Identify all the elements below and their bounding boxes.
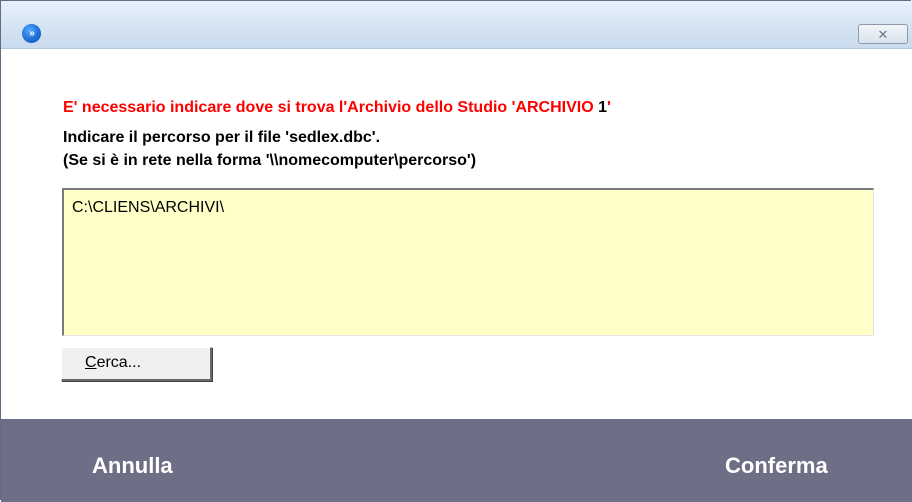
dialog-window: » ✕ E' necessario indicare dove si trova… — [0, 0, 912, 502]
error-message-end: ' — [607, 99, 611, 116]
browse-button[interactable]: Cerca... — [61, 347, 212, 381]
archive-number: 1 — [598, 99, 608, 116]
instruction-line-1: Indicare il percorso per il file 'sedlex… — [63, 129, 381, 146]
error-message-text: E' necessario indicare dove si trova l'A… — [63, 99, 599, 116]
close-icon: ✕ — [877, 27, 889, 42]
close-button[interactable]: ✕ — [858, 24, 908, 44]
footer-bar: Annulla Conferma — [1, 419, 912, 502]
path-input[interactable]: C:\CLIENS\ARCHIVI\ — [62, 188, 874, 336]
cancel-button[interactable]: Annulla — [92, 453, 173, 479]
title-bar[interactable]: » ✕ — [1, 1, 912, 49]
error-message: E' necessario indicare dove si trova l'A… — [63, 99, 611, 117]
browse-button-label: erca... — [96, 354, 142, 371]
double-chevron-right-icon: » — [22, 24, 41, 43]
browse-button-mnemonic: C — [85, 354, 97, 371]
dialog-content: E' necessario indicare dove si trova l'A… — [1, 49, 912, 419]
confirm-button[interactable]: Conferma — [725, 453, 828, 479]
instruction-line-2: (Se si è in rete nella forma '\\nomecomp… — [63, 152, 477, 169]
